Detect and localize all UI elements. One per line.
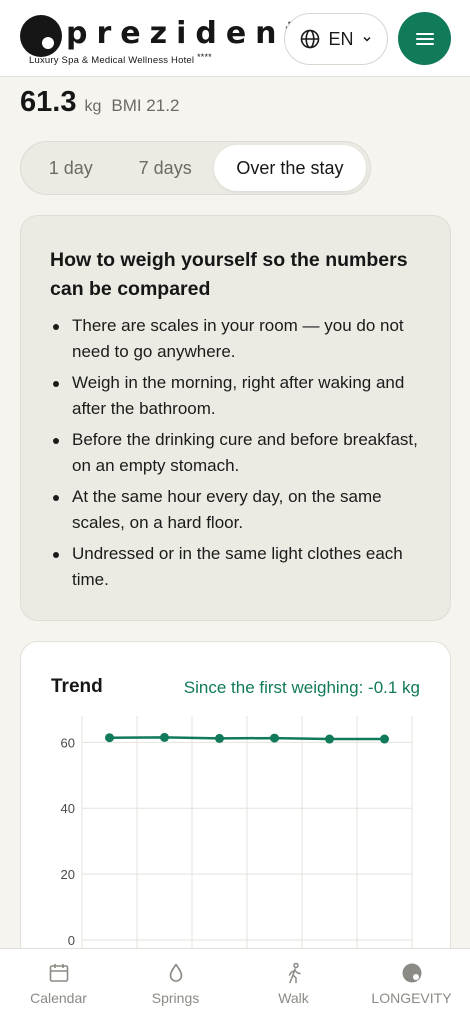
weight-unit: kg xyxy=(84,98,102,115)
data-point[interactable] xyxy=(160,732,169,742)
y-tick-label: 60 xyxy=(61,735,75,750)
list-item: There are scales in your room — you do n… xyxy=(50,313,422,364)
logo-mark-icon xyxy=(20,15,62,57)
data-point[interactable] xyxy=(380,734,389,744)
language-label: EN xyxy=(328,28,354,49)
hotel-logo[interactable]: prezident Luxury Spa & Medical Wellness … xyxy=(20,12,300,68)
hamburger-menu-icon xyxy=(415,32,434,45)
list-item: Undressed or in the same light clothes e… xyxy=(50,541,422,592)
list-item: At the same hour every day, on the same … xyxy=(50,484,422,535)
list-item: Before the drinking cure and before brea… xyxy=(50,427,422,478)
tab-label: Calendar xyxy=(30,990,87,1006)
tab-longevity[interactable]: LONGEVITY xyxy=(353,949,470,1017)
list-item: Weigh in the morning, right after waking… xyxy=(50,370,422,421)
tab-label: LONGEVITY xyxy=(371,990,452,1006)
calendar-icon xyxy=(49,964,68,982)
tab-7-days[interactable]: 7 days xyxy=(116,145,213,191)
data-point[interactable] xyxy=(105,733,114,743)
tab-springs[interactable]: Springs xyxy=(117,949,234,1017)
tab-label: Walk xyxy=(278,990,309,1006)
current-weight: 61.3 xyxy=(20,86,77,118)
weight-series-line xyxy=(109,736,385,741)
trend-card: Trend Since the first weighing: -0.1 kg … xyxy=(20,641,451,1001)
globe-icon xyxy=(301,29,320,49)
data-point[interactable] xyxy=(215,733,224,743)
walking-person-icon xyxy=(288,962,301,984)
data-point[interactable] xyxy=(325,734,334,744)
tab-label: Springs xyxy=(151,990,200,1006)
tab-walk[interactable]: Walk xyxy=(235,949,352,1017)
tab-over-the-stay[interactable]: Over the stay xyxy=(213,145,366,191)
water-drop-icon xyxy=(169,963,182,982)
weight-summary: 61.3 kg BMI 21.2 xyxy=(20,86,179,119)
y-tick-label: 0 xyxy=(68,933,75,948)
logo-tagline: Luxury Spa & Medical Wellness Hotel **** xyxy=(29,52,212,66)
tab-calendar[interactable]: Calendar xyxy=(0,949,117,1017)
y-tick-label: 20 xyxy=(61,867,75,882)
instructions-list: There are scales in your room — you do n… xyxy=(50,313,422,592)
longevity-logo-icon xyxy=(402,963,421,983)
tab-1-day[interactable]: 1 day xyxy=(25,145,116,191)
period-selector: 1 day 7 days Over the stay xyxy=(20,141,371,195)
y-tick-label: 40 xyxy=(61,801,75,816)
menu-button[interactable] xyxy=(398,12,451,65)
logo-stars: **** xyxy=(197,52,212,62)
weighing-instructions-card: How to weigh yourself so the numbers can… xyxy=(20,215,451,621)
chevron-down-icon xyxy=(362,36,371,42)
data-point[interactable] xyxy=(270,733,279,743)
header: prezident Luxury Spa & Medical Wellness … xyxy=(0,0,470,77)
bottom-tab-bar: Calendar Springs Walk LONGEVITY xyxy=(0,948,470,1017)
instructions-title: How to weigh yourself so the numbers can… xyxy=(50,249,408,300)
bmi-value: BMI 21.2 xyxy=(111,96,180,115)
language-selector[interactable]: EN xyxy=(284,13,388,65)
logo-wordmark: prezident xyxy=(66,16,309,51)
